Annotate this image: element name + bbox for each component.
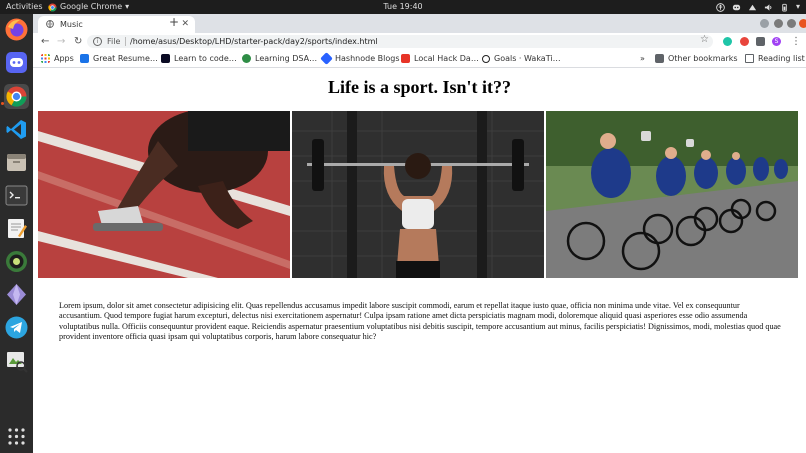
terminal-icon[interactable] xyxy=(4,183,29,208)
bookmark-apps[interactable]: Apps xyxy=(41,50,74,67)
page-heading: Life is a sport. Isn't it?? xyxy=(327,77,511,97)
bookmark-learning-dsa[interactable]: Learning DSA… xyxy=(242,50,317,67)
minimize-window-button[interactable] xyxy=(774,19,783,28)
image-viewer-icon[interactable] xyxy=(4,348,29,373)
other-bookmarks-label: Other bookmarks xyxy=(668,54,738,63)
app-menu-label: Google Chrome xyxy=(60,2,123,11)
tab-strip: Music ✕ + xyxy=(33,14,806,33)
gem-app-icon[interactable] xyxy=(4,282,29,307)
resume-icon xyxy=(80,54,89,63)
maximize-window-button[interactable] xyxy=(787,19,796,28)
activities-button[interactable]: Activities xyxy=(6,0,43,14)
extension-adblock-icon[interactable] xyxy=(740,37,749,46)
reload-icon[interactable]: ↻ xyxy=(74,33,82,50)
apps-grid-icon xyxy=(41,54,50,63)
code-icon xyxy=(161,54,170,63)
bookmarks-bar: Apps Great Resume… Learn to code… Learni… xyxy=(33,50,806,68)
bookmark-wakatime[interactable]: Goals · WakaTi… xyxy=(482,50,561,67)
browser-toolbar: ← → ↻ i File /home/asus/Desktop/LHD/star… xyxy=(33,33,806,50)
telegram-icon[interactable] xyxy=(4,315,29,340)
bookmark-label: Goals · WakaTi… xyxy=(494,54,561,63)
bookmark-learn-to-code[interactable]: Learn to code… xyxy=(161,50,237,67)
reading-list-label: Reading list xyxy=(758,54,805,63)
bookmark-label: Learn to code… xyxy=(174,54,237,63)
discord-icon[interactable] xyxy=(4,50,29,75)
bookmark-label: Apps xyxy=(54,54,74,63)
bookmark-label: Great Resume… xyxy=(93,54,158,63)
bookmark-label: Hashnode Blogs xyxy=(335,54,400,63)
close-window-button[interactable] xyxy=(799,19,806,28)
wakatime-icon xyxy=(482,54,490,63)
url-text[interactable]: /home/asus/Desktop/LHD/starter-pack/day2… xyxy=(130,35,378,48)
bookmark-great-resume[interactable]: Great Resume… xyxy=(80,50,158,67)
site-info-icon[interactable]: i xyxy=(93,37,102,46)
url-divider xyxy=(125,37,126,46)
chrome-dock-icon[interactable] xyxy=(4,84,29,109)
extensions-puzzle-icon[interactable] xyxy=(756,37,765,46)
chrome-menu-icon[interactable]: ⋮ xyxy=(791,33,801,50)
other-bookmarks-folder[interactable]: Other bookmarks xyxy=(655,50,738,67)
bookmark-label: Learning DSA… xyxy=(255,54,318,63)
cyclists-photo xyxy=(546,111,798,278)
volume-icon[interactable] xyxy=(764,3,773,12)
sprinter-image xyxy=(38,111,290,278)
sprinter-photo xyxy=(38,111,290,278)
text-editor-icon[interactable] xyxy=(4,216,29,241)
bookmark-local-hack-day[interactable]: Local Hack Da… xyxy=(401,50,479,67)
accessibility-icon[interactable] xyxy=(716,2,725,12)
gnome-top-bar: Activities Google Chrome ▾ Tue 19:40 ▾ xyxy=(0,0,806,14)
vscode-icon[interactable] xyxy=(4,117,29,142)
close-tab-icon[interactable]: ✕ xyxy=(181,16,189,33)
reading-list-icon xyxy=(745,54,754,63)
bookmark-hashnode[interactable]: Hashnode Blogs xyxy=(320,50,400,67)
profile-avatar[interactable]: S xyxy=(772,37,781,46)
globe-icon xyxy=(46,20,54,28)
system-tray[interactable]: ▾ xyxy=(716,0,800,14)
cyclists-image xyxy=(546,111,798,278)
forward-arrow-icon[interactable]: → xyxy=(57,33,65,50)
system-menu-arrow-icon[interactable]: ▾ xyxy=(796,0,800,14)
bookmark-star-icon[interactable]: ☆ xyxy=(700,34,709,45)
extension-grammarly-icon[interactable] xyxy=(723,37,732,46)
files-icon[interactable] xyxy=(4,150,29,175)
discord-tray-icon[interactable] xyxy=(732,3,741,12)
firefox-icon[interactable] xyxy=(4,17,29,42)
tab-title: Music xyxy=(60,20,83,29)
battery-icon[interactable] xyxy=(780,3,789,12)
web-page: Life is a sport. Isn't it?? Lorem ipsum,… xyxy=(33,68,806,453)
hashnode-icon xyxy=(320,52,333,65)
dsa-icon xyxy=(242,54,251,63)
more-bookmarks-button[interactable]: » xyxy=(640,50,645,67)
app-menu[interactable]: Google Chrome ▾ xyxy=(48,0,129,14)
ubuntu-dock xyxy=(0,14,33,453)
bookmark-label: Local Hack Da… xyxy=(414,54,479,63)
url-scheme: File xyxy=(107,37,121,46)
address-bar[interactable]: i File /home/asus/Desktop/LHD/starter-pa… xyxy=(87,35,713,48)
screen-recorder-icon[interactable] xyxy=(4,249,29,274)
chrome-small-icon xyxy=(48,2,57,12)
weightlifter-image xyxy=(292,111,544,278)
folder-icon xyxy=(655,54,664,63)
reading-list-button[interactable]: Reading list xyxy=(745,50,805,67)
app-menu-arrow-icon: ▾ xyxy=(125,2,130,11)
lorem-paragraph: Lorem ipsum, dolor sit amet consectetur … xyxy=(59,301,781,342)
network-icon[interactable] xyxy=(748,3,757,12)
weightlifter-photo xyxy=(292,111,544,278)
tab-search-icon[interactable] xyxy=(760,19,769,28)
back-arrow-icon[interactable]: ← xyxy=(41,33,49,50)
new-tab-button[interactable]: + xyxy=(169,15,179,29)
lhd-icon xyxy=(401,54,410,63)
show-applications-icon[interactable] xyxy=(4,424,29,449)
